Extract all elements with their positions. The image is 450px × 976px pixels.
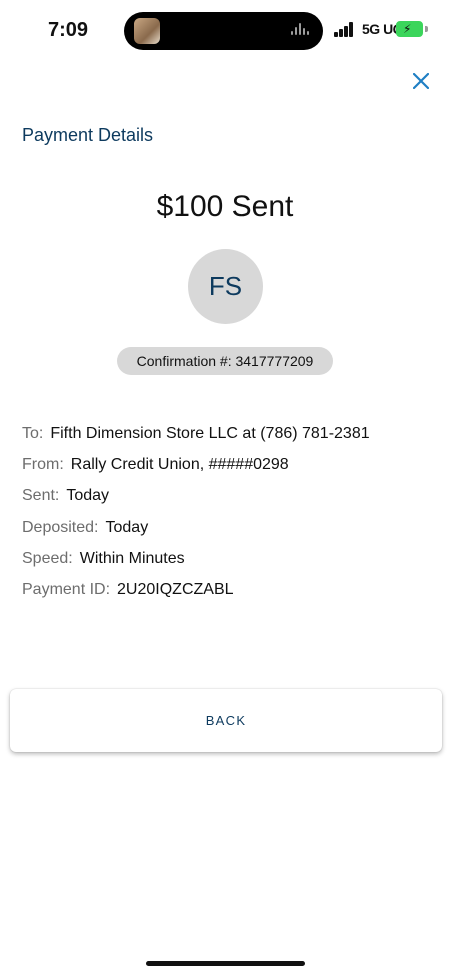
detail-row-sent: Sent: Today	[22, 481, 432, 512]
detail-value: Within Minutes	[79, 549, 185, 567]
detail-row-payment-id: Payment ID: 2U20IQZCZABL	[22, 574, 432, 605]
dynamic-island[interactable]	[124, 12, 323, 50]
detail-value: Today	[66, 487, 110, 505]
detail-value: Today	[105, 518, 149, 536]
detail-label: Deposited:	[22, 518, 99, 536]
audio-waveform-icon	[291, 23, 313, 39]
avatar-initials: FS	[208, 271, 243, 301]
detail-row-deposited: Deposited: Today	[22, 512, 432, 543]
detail-label: Payment ID:	[22, 581, 111, 599]
status-bar: 7:09 5G UC ⚡	[0, 0, 450, 62]
back-button[interactable]: BACK	[10, 689, 442, 752]
detail-value: Fifth Dimension Store LLC at (786) 781-2…	[50, 424, 370, 442]
detail-row-speed: Speed: Within Minutes	[22, 543, 432, 574]
detail-label: To:	[22, 424, 44, 442]
battery-cap	[425, 26, 428, 32]
status-time: 7:09	[48, 19, 89, 41]
detail-value: 2U20IQZCZABL	[117, 581, 234, 599]
recipient-avatar: FS	[188, 249, 263, 324]
home-indicator[interactable]	[146, 961, 305, 966]
charging-bolt-icon: ⚡	[403, 22, 412, 36]
cellular-signal-icon	[334, 22, 354, 37]
now-playing-thumbnail	[134, 18, 160, 44]
detail-label: From:	[22, 455, 64, 473]
amount-sent-heading: $100 Sent	[156, 190, 294, 223]
close-icon	[413, 73, 429, 89]
detail-label: Speed:	[22, 549, 73, 567]
payment-details-list: To: Fifth Dimension Store LLC at (786) 7…	[22, 418, 432, 606]
detail-value: Rally Credit Union, #####0298	[70, 455, 289, 473]
confirmation-badge: Confirmation #: 3417777209	[117, 347, 333, 375]
close-button[interactable]	[406, 66, 436, 96]
detail-row-to: To: Fifth Dimension Store LLC at (786) 7…	[22, 418, 432, 449]
detail-row-from: From: Rally Credit Union, #####0298	[22, 449, 432, 480]
battery-icon: ⚡	[396, 21, 423, 37]
detail-label: Sent:	[22, 487, 60, 505]
page-title: Payment Details	[22, 125, 154, 145]
